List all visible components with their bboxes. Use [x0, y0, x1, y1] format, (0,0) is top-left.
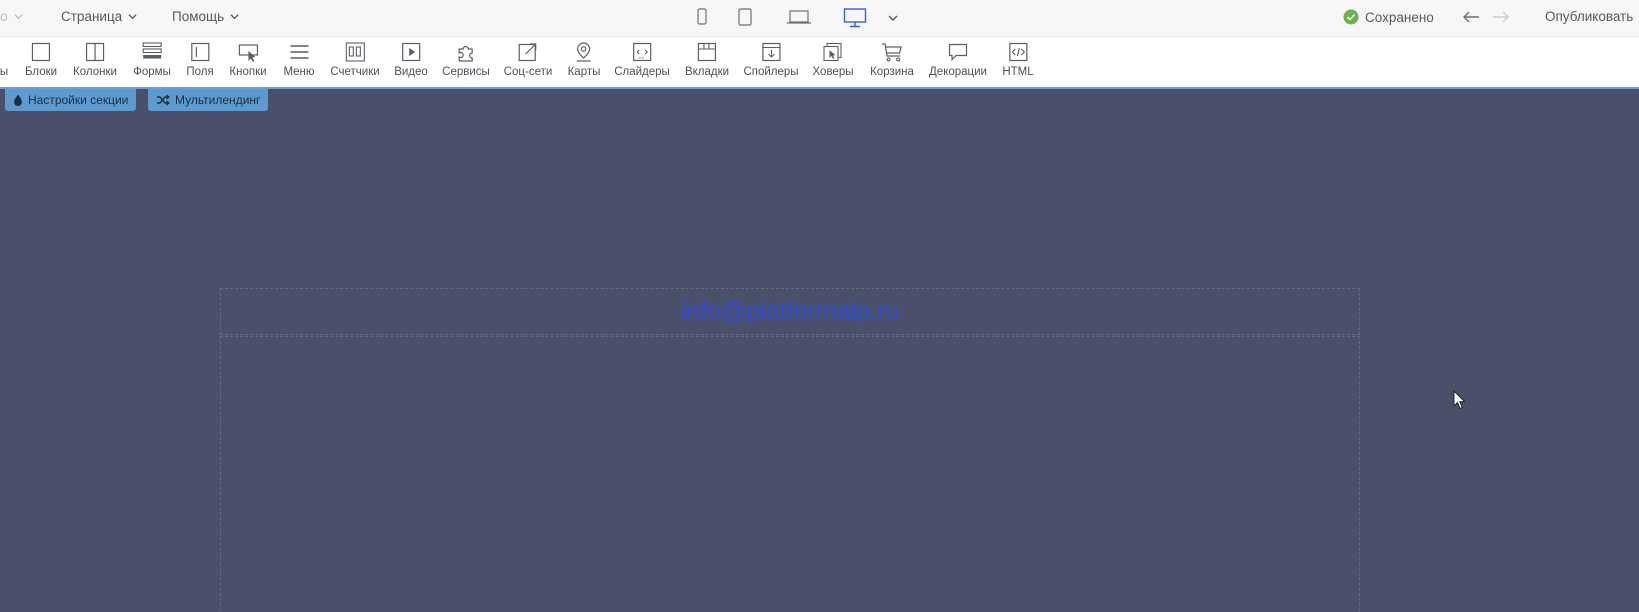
tablet-icon[interactable]: [737, 7, 753, 27]
spoiler-icon: [761, 42, 781, 62]
toolbar-item-fields[interactable]: Поля: [186, 41, 214, 78]
share-external-icon: [518, 43, 537, 62]
toolbar-item-decorations[interactable]: Декорации: [929, 41, 987, 78]
text-field-icon: [190, 42, 210, 62]
chevron-down-icon: [230, 14, 239, 20]
toolbar-item-sliders[interactable]: Слайдеры: [614, 41, 670, 78]
empty-content-block[interactable]: [220, 336, 1360, 612]
phone-icon[interactable]: [696, 7, 708, 27]
cut-menu[interactable]: о: [0, 9, 23, 24]
button-cursor-icon: [238, 44, 258, 62]
redo-arrow-icon[interactable]: [1491, 9, 1511, 25]
shopping-cart-icon: [882, 43, 902, 62]
page-menu-label: Страница: [61, 9, 123, 24]
toolbar-item-label: Спойлеры: [743, 66, 799, 78]
section-settings-label: Настройки секции: [28, 93, 129, 107]
toolbar-item-label: Видео: [394, 66, 428, 78]
hover-cursor-icon: [823, 42, 843, 62]
chevron-down-icon: [128, 14, 137, 20]
help-menu-label: Помощь: [172, 9, 225, 24]
toolbar-item-social[interactable]: Соц-сети: [503, 41, 553, 78]
toolbar-item-forms[interactable]: Формы: [133, 41, 171, 78]
multilanding-button[interactable]: Мультилендинг: [148, 89, 269, 111]
toolbar-item-label: HTML: [1002, 66, 1034, 78]
toolbar-item-label: Вкладки: [684, 66, 730, 78]
toolbar-item-label: Поля: [186, 66, 214, 78]
saved-status: Сохранено: [1343, 9, 1434, 25]
code-icon: [1008, 42, 1028, 62]
columns-icon: [85, 42, 105, 62]
toolbar-item-label: Корзина: [870, 66, 914, 78]
toolbar-item-label: Декорации: [929, 66, 987, 78]
toolbar-item-label: ы: [0, 66, 9, 78]
section-settings-button[interactable]: Настройки секции: [5, 89, 137, 111]
toolbar-item-spoilers[interactable]: Спойлеры: [743, 41, 799, 78]
counter-icon: [345, 42, 365, 62]
page-menu[interactable]: Страница: [61, 9, 137, 24]
slider-icon: [632, 42, 652, 62]
toolbar-item-cut[interactable]: ы: [0, 41, 15, 78]
tabs-icon: [697, 42, 717, 62]
toolbar-item-label: Меню: [283, 66, 315, 78]
square-block-icon: [31, 42, 51, 62]
saved-status-label: Сохранено: [1365, 9, 1434, 25]
desktop-icon[interactable]: [843, 7, 867, 29]
map-pin-icon: [577, 42, 591, 62]
toolbar-item-blocks[interactable]: Блоки: [25, 41, 57, 78]
multilanding-label: Мультилендинг: [175, 93, 261, 107]
help-menu[interactable]: Помощь: [172, 9, 239, 24]
toolbar-item-counters[interactable]: Счетчики: [330, 41, 380, 78]
publish-button[interactable]: Опубликовать: [1545, 9, 1633, 24]
toolbar-item-label: Ховеры: [812, 66, 854, 78]
cut-menu-label: о: [0, 9, 8, 24]
mouse-cursor-icon: [1453, 390, 1466, 410]
toolbar-item-cart[interactable]: Корзина: [870, 41, 914, 78]
toolbar-item-html[interactable]: HTML: [1002, 41, 1034, 78]
puzzle-icon: [458, 45, 473, 62]
toolbar-item-label: Формы: [133, 66, 171, 78]
elements-toolbar: ы Блоки Колонки Формы Поля Кнопки Меню С…: [0, 37, 1639, 89]
undo-arrow-icon[interactable]: [1461, 9, 1481, 25]
toolbar-item-label: Соц-сети: [503, 66, 553, 78]
toolbar-item-buttons[interactable]: Кнопки: [229, 41, 267, 78]
toolbar-item-services[interactable]: Сервисы: [442, 41, 490, 78]
laptop-icon[interactable]: [786, 7, 812, 27]
toolbar-item-menu[interactable]: Меню: [283, 41, 315, 78]
toolbar-item-label: Счетчики: [330, 66, 380, 78]
toolbar-item-label: Сервисы: [442, 66, 490, 78]
chevron-down-icon: [13, 14, 23, 20]
toolbar-item-columns[interactable]: Колонки: [73, 41, 117, 78]
toolbar-item-label: Блоки: [24, 66, 58, 78]
top-bar: о Страница Помощь Сохранено Опубликовать: [0, 0, 1639, 37]
email-text[interactable]: info@platformalp.ru: [221, 297, 1359, 326]
toolbar-item-hovers[interactable]: Ховеры: [812, 41, 854, 78]
toolbar-item-maps[interactable]: Карты: [567, 41, 601, 78]
chevron-down-icon[interactable]: [888, 13, 898, 23]
toolbar-item-tabs[interactable]: Вкладки: [685, 41, 729, 78]
shuffle-icon: [157, 94, 170, 106]
toolbar-item-label: Колонки: [73, 66, 117, 78]
check-circle-icon: [1343, 9, 1359, 25]
toolbar-item-label: Слайдеры: [614, 66, 670, 78]
toolbar-item-video[interactable]: Видео: [394, 41, 428, 78]
hamburger-menu-icon: [290, 45, 308, 59]
email-text-block[interactable]: info@platformalp.ru: [220, 288, 1360, 335]
form-icon: [142, 42, 162, 59]
toolbar-item-label: Кнопки: [229, 66, 267, 78]
drop-icon: [14, 94, 22, 106]
video-play-icon: [401, 42, 421, 62]
toolbar-item-label: Карты: [567, 66, 601, 78]
speech-bubble-icon: [948, 43, 968, 61]
